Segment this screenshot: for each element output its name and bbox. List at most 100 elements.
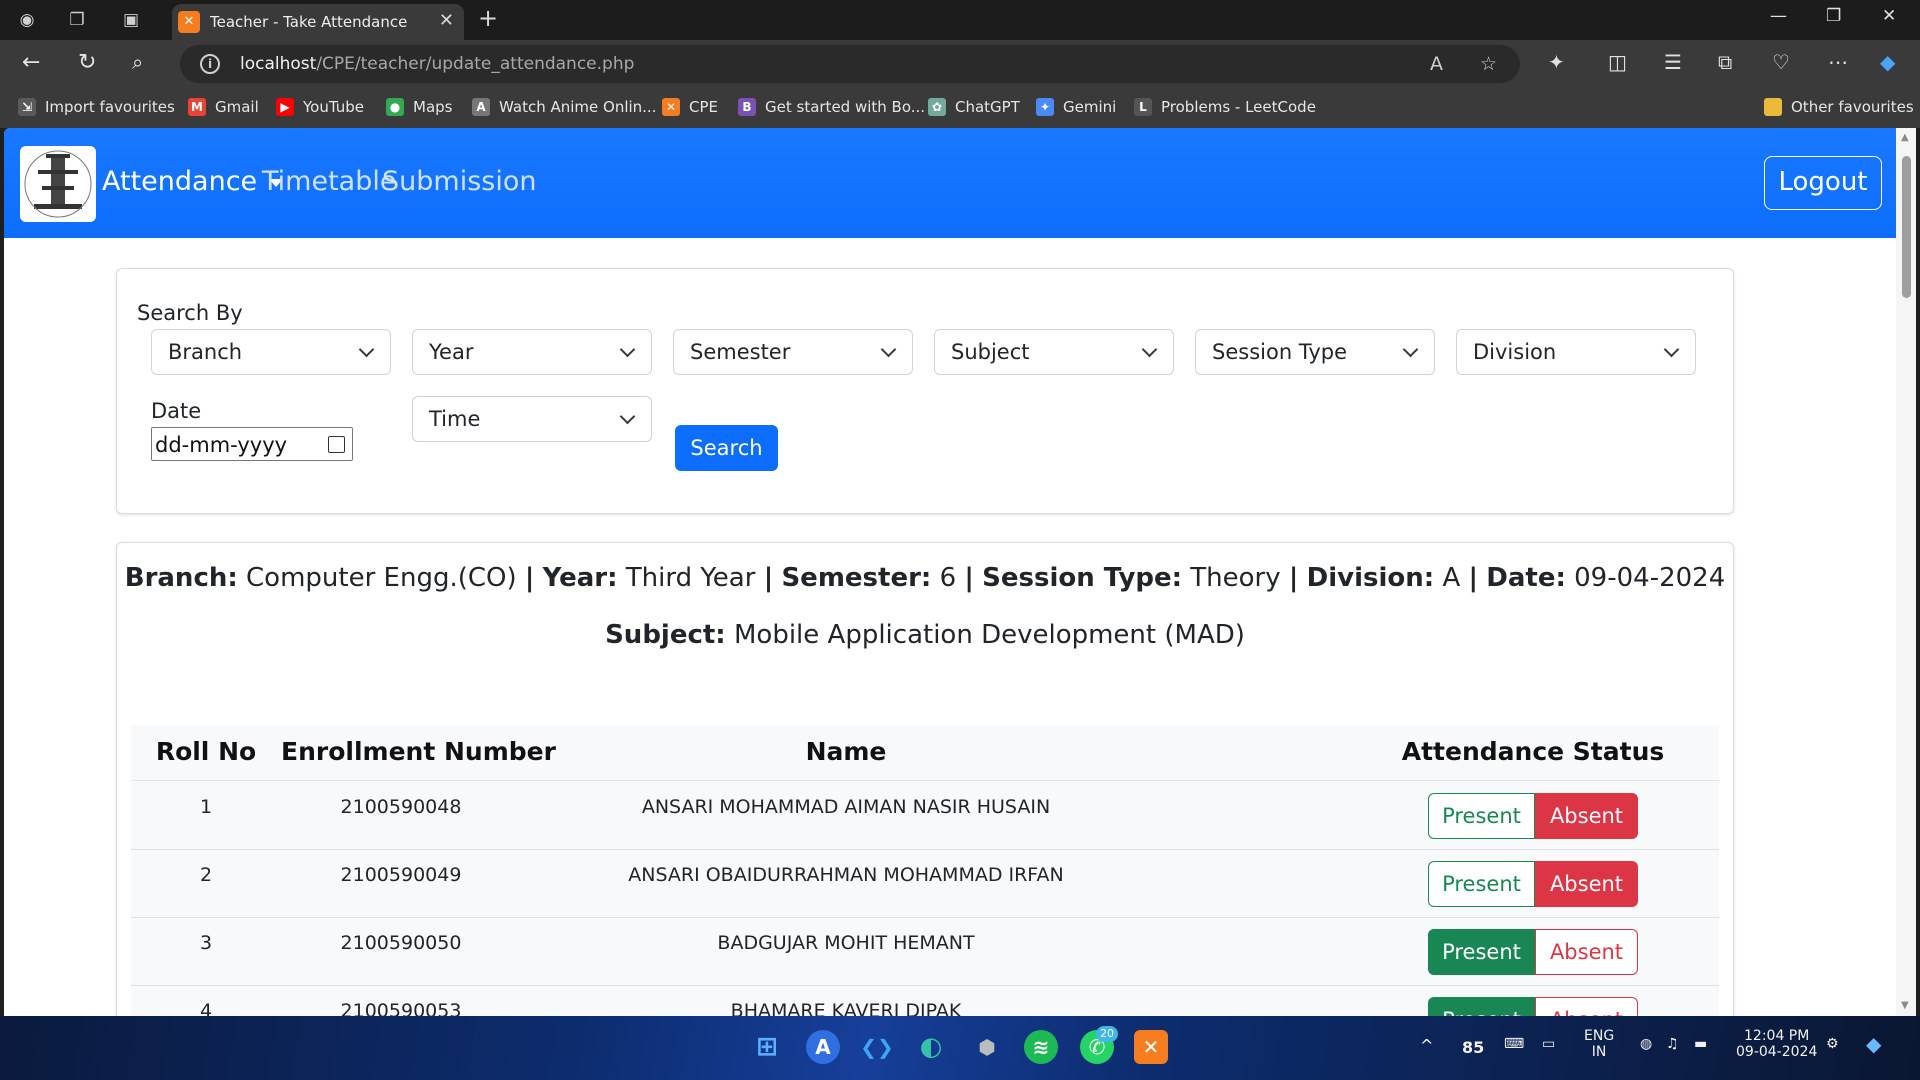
bookmark-maps[interactable]: ● Maps — [386, 98, 452, 116]
settings-gear-icon[interactable]: ⚙ — [1826, 1036, 1839, 1052]
favourite-star-icon[interactable]: ☆ — [1480, 53, 1497, 75]
edge-icon[interactable]: ◐ — [914, 1030, 948, 1064]
restore-icon[interactable]: ❐ — [1826, 6, 1841, 26]
page-scrollbar[interactable]: ▲ ▼ — [1896, 128, 1916, 1016]
keyboard-icon[interactable]: ⌨ — [1504, 1036, 1524, 1052]
bookmark-gemini[interactable]: ✦ Gemini — [1036, 98, 1116, 116]
new-tab-icon[interactable]: + — [478, 4, 498, 32]
language-indicator[interactable]: ENG IN — [1584, 1028, 1614, 1060]
college-logo[interactable] — [20, 146, 96, 222]
scrollbar-thumb[interactable] — [1902, 156, 1911, 298]
session-type-select[interactable]: Session Type — [1195, 329, 1435, 375]
absent-button[interactable]: Absent — [1535, 793, 1638, 839]
date-input[interactable]: dd-mm-yyyy — [151, 427, 353, 461]
network-icon[interactable]: ◍ — [1640, 1036, 1652, 1052]
nav-submission[interactable]: Submission — [382, 166, 536, 197]
more-menu-icon[interactable]: ⋯ — [1828, 50, 1848, 74]
calendar-icon[interactable] — [328, 436, 345, 453]
browser-toolbar: ← ↻ ⌕ i localhost/CPE/teacher/update_att… — [0, 40, 1920, 88]
display-icon[interactable]: ▭ — [1542, 1036, 1555, 1052]
back-icon[interactable]: ← — [22, 50, 40, 75]
minimize-icon[interactable]: — — [1770, 6, 1787, 26]
semester-select[interactable]: Semester — [673, 329, 913, 375]
url-text[interactable]: localhost/CPE/teacher/update_attendance.… — [240, 54, 634, 74]
read-aloud-icon[interactable]: A — [1430, 53, 1443, 75]
bookmark-cpe[interactable]: ✕ CPE — [662, 98, 718, 116]
extensions-icon[interactable]: ✦ — [1548, 50, 1565, 74]
tab-close-icon[interactable]: ✕ — [439, 10, 454, 31]
name-cell: ANSARI MOHAMMAD AIMAN NASIR HUSAIN — [641, 796, 1051, 818]
battery-icon[interactable]: ▬ — [1694, 1036, 1707, 1052]
address-bar[interactable]: i localhost/CPE/teacher/update_attendanc… — [180, 45, 1520, 83]
attendance-card: Branch: Computer Engg.(CO) | Year: Third… — [116, 542, 1734, 1016]
roll-cell: 1 — [199, 796, 213, 818]
chevron-down-icon — [1141, 341, 1158, 358]
search-by-label: Search By — [137, 301, 243, 325]
present-button[interactable]: Present — [1428, 861, 1535, 907]
clock[interactable]: 12:04 PM 09-04-2024 — [1736, 1028, 1817, 1060]
github-desktop-icon[interactable]: ⬢ — [970, 1030, 1004, 1064]
bookmark-import-favourites[interactable]: ⇲ Import favourites — [18, 98, 175, 116]
bookmark-gmail[interactable]: M Gmail — [188, 98, 259, 116]
table-row: 4 2100590053 BHAMARE KAVERI DIPAK Presen… — [131, 986, 1719, 1016]
subject-select[interactable]: Subject — [934, 329, 1174, 375]
enrollment-cell: 2100590048 — [340, 796, 462, 818]
table-header: Roll No Enrollment Number Name Attendanc… — [131, 725, 1719, 781]
absent-button[interactable]: Absent — [1535, 861, 1638, 907]
logout-button[interactable]: Logout — [1764, 156, 1882, 210]
session-info-line: Branch: Computer Engg.(CO) | Year: Third… — [124, 563, 1726, 593]
present-button[interactable]: Present — [1428, 997, 1535, 1016]
xampp-icon[interactable]: ✕ — [1134, 1030, 1168, 1064]
table-row: 2 2100590049 ANSARI OBAIDURRAHMAN MOHAMM… — [131, 850, 1719, 918]
folder-icon — [1764, 98, 1782, 116]
bookmark-anime[interactable]: A Watch Anime Onlin... — [472, 98, 656, 116]
bookmark-youtube[interactable]: ▶ YouTube — [276, 98, 364, 116]
split-screen-icon[interactable]: ◫ — [1608, 50, 1627, 74]
nav-timetable[interactable]: Timetable — [262, 166, 396, 197]
copilot-taskbar-icon[interactable]: ◆ — [1866, 1032, 1881, 1056]
bookmark-other-favourites[interactable]: Other favourites — [1764, 98, 1914, 116]
window-close-icon[interactable]: ✕ — [1882, 6, 1896, 26]
workspaces-icon[interactable]: ❐ — [64, 7, 90, 33]
branch-select[interactable]: Branch — [151, 329, 391, 375]
xampp-icon: ✕ — [662, 98, 680, 116]
absent-button[interactable]: Absent — [1535, 997, 1638, 1016]
vscode-icon[interactable]: ❮❯ — [860, 1030, 894, 1064]
bookmark-chatgpt[interactable]: ✿ ChatGPT — [928, 98, 1020, 116]
spotify-icon[interactable]: ≋ — [1024, 1030, 1058, 1064]
tray-expand-icon[interactable]: ^ — [1420, 1036, 1433, 1055]
name-cell: BADGUJAR MOHIT HEMANT — [717, 932, 975, 954]
volume-icon[interactable]: ♫ — [1666, 1036, 1679, 1052]
nav-attendance-dropdown[interactable]: Attendance — [102, 166, 284, 197]
favourites-icon[interactable]: ☰ — [1664, 50, 1682, 74]
present-button[interactable]: Present — [1428, 793, 1535, 839]
windows-start-icon[interactable]: ⊞ — [750, 1030, 784, 1064]
date-label: Date — [151, 399, 202, 423]
division-select[interactable]: Division — [1456, 329, 1696, 375]
search-icon[interactable]: ⌕ — [132, 50, 143, 74]
year-select[interactable]: Year — [412, 329, 652, 375]
scroll-up-icon[interactable]: ▲ — [1901, 132, 1909, 143]
site-info-icon[interactable]: i — [200, 54, 220, 74]
time-select[interactable]: Time — [412, 396, 652, 442]
tab-actions-icon[interactable]: ▣ — [118, 7, 144, 33]
present-button[interactable]: Present — [1428, 929, 1535, 975]
app-store-icon[interactable]: A — [806, 1030, 840, 1064]
collections-icon[interactable]: ⧉ — [1718, 50, 1732, 74]
performance-icon[interactable]: ♡ — [1772, 50, 1790, 74]
temperature-text[interactable]: 85 — [1462, 1038, 1484, 1057]
search-button[interactable]: Search — [675, 425, 778, 471]
refresh-icon[interactable]: ↻ — [78, 50, 96, 75]
tab-active[interactable]: ✕ Teacher - Take Attendance ✕ — [172, 4, 464, 40]
chevron-down-icon — [1663, 341, 1680, 358]
profile-avatar-icon[interactable]: ◉ — [14, 7, 40, 33]
maps-icon: ● — [386, 98, 404, 116]
bookmark-bootstrap[interactable]: B Get started with Bo... — [738, 98, 925, 116]
table-row: 1 2100590048 ANSARI MOHAMMAD AIMAN NASIR… — [131, 782, 1719, 850]
scroll-down-icon[interactable]: ▼ — [1901, 1000, 1909, 1011]
roll-cell: 2 — [199, 864, 213, 886]
gmail-icon: M — [188, 98, 206, 116]
bookmark-leetcode[interactable]: L Problems - LeetCode — [1134, 98, 1316, 116]
absent-button[interactable]: Absent — [1535, 929, 1638, 975]
copilot-icon[interactable]: ◆ — [1880, 50, 1895, 74]
